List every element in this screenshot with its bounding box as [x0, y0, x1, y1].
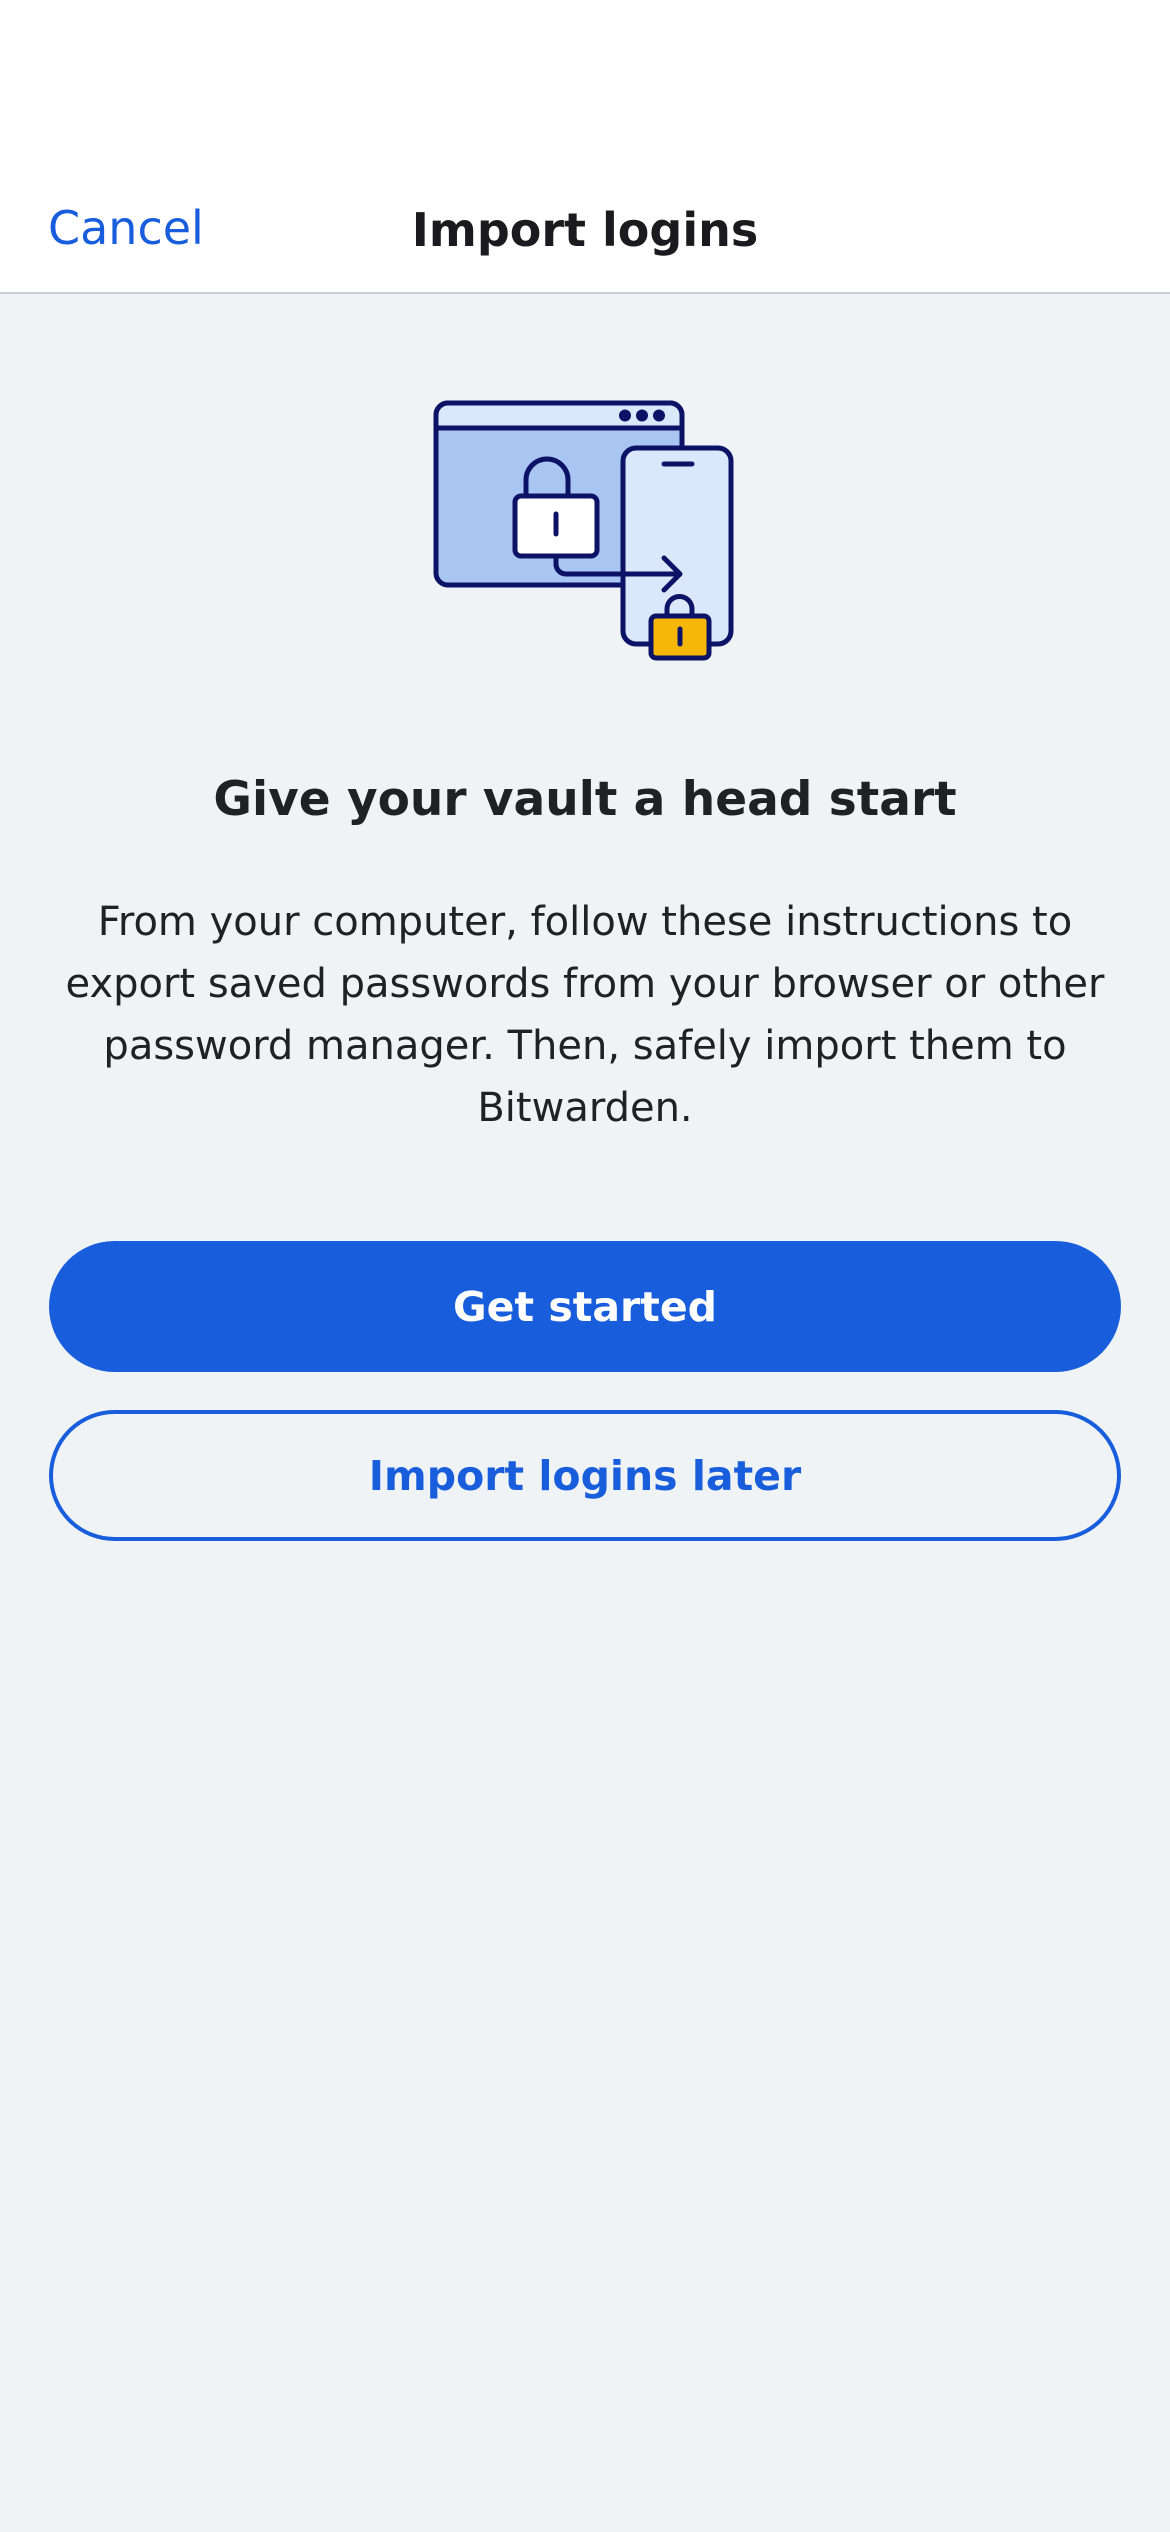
- headline: Give your vault a head start: [213, 772, 957, 827]
- navigation-bar: Cancel Import logins: [0, 0, 1170, 294]
- import-logins-later-button[interactable]: Import logins later: [49, 1410, 1121, 1541]
- description-text: From your computer, follow these instruc…: [65, 899, 1105, 1131]
- page-title: Import logins: [411, 203, 759, 257]
- get-started-button[interactable]: Get started: [49, 1241, 1121, 1372]
- browser-to-phone-import-icon: [433, 400, 734, 661]
